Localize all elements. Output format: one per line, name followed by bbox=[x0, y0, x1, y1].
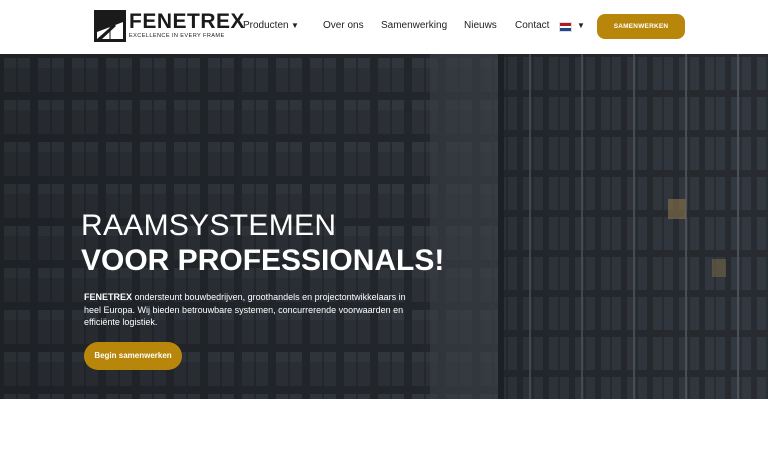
chevron-down-icon[interactable]: ▼ bbox=[291, 19, 299, 33]
brand-logo[interactable]: FENETREX EXCELLENCE IN EVERY FRAME bbox=[94, 10, 245, 42]
site-header: FENETREX EXCELLENCE IN EVERY FRAME Produ… bbox=[0, 0, 768, 54]
nav-item-over-ons[interactable]: Over ons bbox=[323, 19, 364, 33]
samenwerken-button[interactable]: SAMENWERKEN bbox=[597, 14, 685, 39]
hero-section: RAAMSYSTEMEN VOOR PROFESSIONALS! FENETRE… bbox=[0, 54, 768, 399]
begin-samenwerken-button[interactable]: Begin samenwerken bbox=[84, 342, 182, 370]
brand-name: FENETREX bbox=[129, 10, 246, 33]
nav-item-samenwerking[interactable]: Samenwerking bbox=[381, 19, 447, 33]
nav-item-contact[interactable]: Contact bbox=[515, 19, 549, 33]
hero-description: FENETREX ondersteunt bouwbedrijven, groo… bbox=[84, 291, 414, 329]
brand-tagline: EXCELLENCE IN EVERY FRAME bbox=[129, 33, 225, 39]
hero-title-line-2: VOOR PROFESSIONALS! bbox=[81, 244, 445, 277]
language-chevron-down-icon[interactable]: ▼ bbox=[577, 19, 585, 33]
hero-title-line-1: RAAMSYSTEMEN bbox=[81, 209, 337, 242]
nav-item-producten[interactable]: Producten bbox=[243, 19, 289, 33]
flag-nl-icon[interactable] bbox=[559, 22, 572, 32]
nav-item-nieuws[interactable]: Nieuws bbox=[464, 19, 497, 33]
hero-description-brand: FENETREX bbox=[84, 292, 133, 302]
hero-description-text: ondersteunt bouwbedrijven, groothandels … bbox=[84, 292, 406, 327]
logo-mark-icon bbox=[94, 10, 126, 42]
